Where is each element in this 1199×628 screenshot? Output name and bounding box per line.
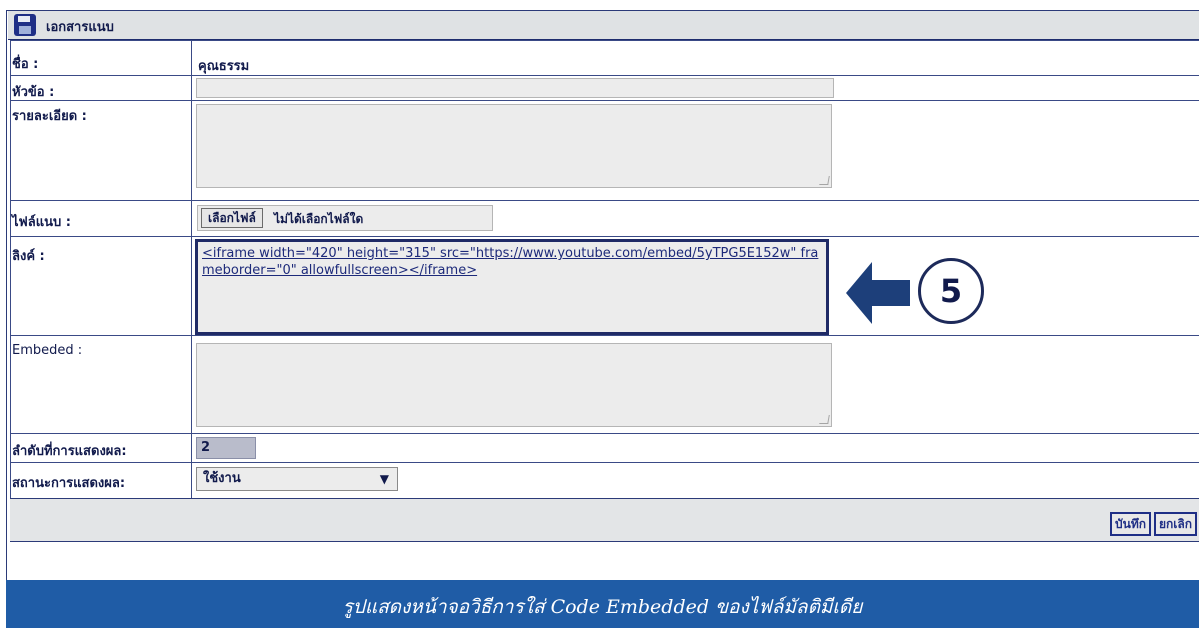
resize-handle-icon[interactable] [819,415,830,424]
caption-band: รูปแสดงหน้าจอวิธีการใส่ Code Embedded ขอ… [6,580,1199,628]
embedded-label: Embeded : [12,343,83,358]
name-label: ชื่อ : [12,57,39,72]
link-code: <iframe width="420" height="315" src="ht… [202,246,819,278]
save-button[interactable]: บันทึก [1110,512,1151,536]
order-input[interactable]: 2 [196,437,256,459]
cancel-button[interactable]: ยกเลิก [1154,512,1198,536]
link-textarea[interactable]: <iframe width="420" height="315" src="ht… [195,239,829,335]
choose-file-button[interactable]: เลือกไฟล์ [201,208,263,228]
grid-line [10,200,1199,201]
subject-label: หัวข้อ : [12,85,55,100]
subject-input[interactable] [196,78,834,98]
file-input[interactable]: เลือกไฟล์ ไม่ได้เลือกไฟล์ใด [197,205,493,231]
resize-handle-icon[interactable] [819,176,830,185]
detail-textarea[interactable] [196,104,832,188]
grid-line [10,40,1199,41]
caption-text: รูปแสดงหน้าจอวิธีการใส่ Code Embedded ขอ… [342,596,863,618]
form-footer: บันทึก ยกเลิก [10,498,1199,542]
grid-line [10,335,1199,336]
grid-line [191,40,192,498]
status-select[interactable]: ใช้งาน ▼ [196,467,398,491]
grid-line [10,462,1199,463]
step-number-badge: 5 [918,258,984,324]
status-select-value: ใช้งาน [203,471,241,486]
detail-label: รายละเอียด : [12,109,87,124]
grid-line [10,433,1199,434]
name-value: คุณธรรม [198,59,250,74]
status-label: สถานะการแสดงผล: [12,476,126,491]
form-titlebar: เอกสารแนบ [8,11,1199,40]
form-title: เอกสารแนบ [46,20,114,35]
link-label: ลิงค์ : [12,249,45,264]
grid-line [10,75,1199,76]
embedded-textarea[interactable] [196,343,832,427]
file-status: ไม่ได้เลือกไฟล์ใด [274,212,364,226]
floppy-disk-icon [14,14,36,36]
order-label: ลำดับที่การแสดงผล: [12,444,127,459]
grid-line [10,236,1199,237]
chevron-down-icon[interactable]: ▼ [380,468,389,490]
left-arrow-icon [846,262,910,324]
attachment-label: ไฟล์แนบ : [12,215,71,230]
